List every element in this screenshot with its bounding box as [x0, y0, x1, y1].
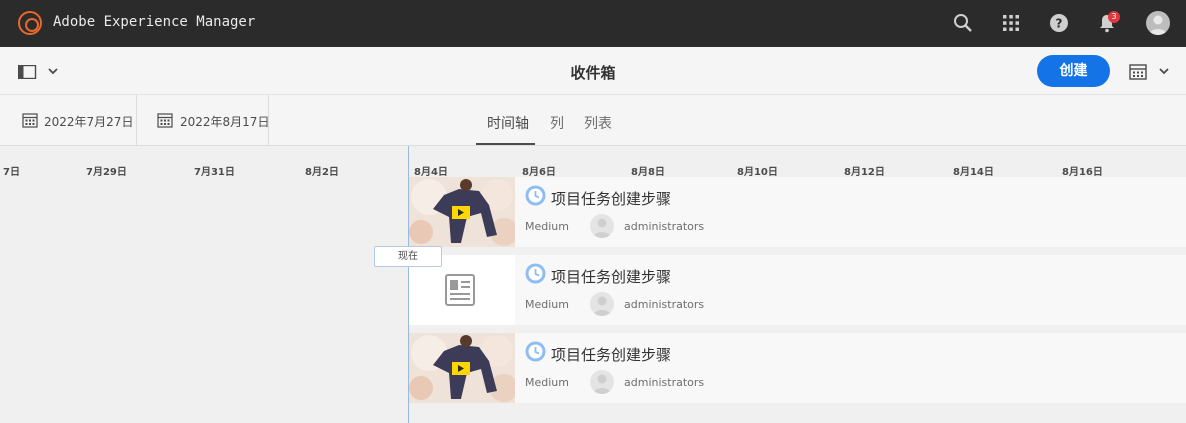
- user-avatar-icon: [593, 296, 611, 316]
- start-date-picker[interactable]: 2022年7月27日: [0, 95, 137, 146]
- task-priority: Medium: [525, 220, 569, 233]
- task-title[interactable]: 项目任务创建步骤: [551, 344, 671, 365]
- shell-header: Adobe Experience Manager ? 3: [0, 0, 1186, 47]
- video-thumbnail: [409, 177, 515, 247]
- action-bar: 收件箱 创建: [0, 47, 1186, 95]
- task-title[interactable]: 项目任务创建步骤: [551, 266, 671, 287]
- create-button[interactable]: 创建: [1037, 55, 1110, 87]
- end-date-picker[interactable]: 2022年8月17日: [137, 95, 269, 146]
- video-thumbnail: [409, 333, 515, 403]
- task-assignee: administrators: [624, 298, 705, 311]
- calendar-icon: [22, 113, 38, 128]
- end-date-value: 2022年8月17日: [180, 115, 270, 129]
- timeline-tick: 7日: [3, 167, 20, 178]
- video-thumbnail-image: [409, 333, 515, 403]
- task-card[interactable]: 项目任务创建步骤 Medium administrators: [409, 177, 1186, 247]
- tab-timeline[interactable]: 时间轴: [487, 113, 529, 133]
- timeline-tick: 8月2日: [305, 167, 339, 178]
- active-tab-indicator: [476, 143, 535, 145]
- timeline-tick: 8月10日: [737, 167, 778, 178]
- clock-icon: [525, 263, 546, 284]
- task-assignee: administrators: [624, 220, 705, 233]
- aem-logo-icon[interactable]: [18, 11, 42, 35]
- tab-columns[interactable]: 列: [550, 113, 564, 133]
- view-switcher-button[interactable]: [1129, 63, 1173, 85]
- page-title: 收件箱: [570, 64, 616, 82]
- video-thumbnail-image: [409, 177, 515, 247]
- clock-icon: [525, 185, 546, 206]
- solutions-grid-icon[interactable]: [1000, 12, 1022, 34]
- task-priority: Medium: [525, 376, 569, 389]
- timeline-tick: 8月16日: [1062, 167, 1103, 178]
- task-priority: Medium: [525, 298, 569, 311]
- svg-text:?: ?: [1056, 17, 1063, 31]
- assignee-avatar: [590, 370, 614, 394]
- notification-badge: 3: [1108, 11, 1120, 23]
- task-assignee: administrators: [624, 376, 705, 389]
- user-avatar[interactable]: [1146, 11, 1170, 35]
- timeline-tick: 7月29日: [86, 167, 127, 178]
- user-avatar-icon: [593, 218, 611, 238]
- help-icon[interactable]: ?: [1048, 12, 1070, 34]
- app-title[interactable]: Adobe Experience Manager: [53, 14, 255, 30]
- user-avatar-icon: [1149, 15, 1167, 35]
- calendar-view-icon: [1129, 64, 1169, 80]
- now-marker-label: 现在: [374, 246, 442, 267]
- timeline-view: 7日 7月29日 7月31日 8月2日 8月4日 8月6日 8月8日 8月10日…: [0, 146, 1186, 423]
- timeline-scale: 7日 7月29日 7月31日 8月2日 8月4日 8月6日 8月8日 8月10日…: [0, 146, 1186, 178]
- date-filter-bar: 2022年7月27日 2022年8月17日 时间轴 列 列表: [0, 95, 1186, 146]
- assignee-avatar: [590, 292, 614, 316]
- search-icon[interactable]: [952, 12, 974, 34]
- assignee-avatar: [590, 214, 614, 238]
- timeline-tick: 8月8日: [631, 167, 665, 178]
- timeline-tick: 8月12日: [844, 167, 885, 178]
- user-avatar-icon: [593, 374, 611, 394]
- start-date-value: 2022年7月27日: [44, 115, 134, 129]
- clock-icon: [525, 341, 546, 362]
- task-card[interactable]: 项目任务创建步骤 Medium administrators: [409, 333, 1186, 403]
- timeline-tick: 7月31日: [194, 167, 235, 178]
- timeline-tick: 8月6日: [522, 167, 556, 178]
- task-title[interactable]: 项目任务创建步骤: [551, 188, 671, 209]
- tab-list[interactable]: 列表: [584, 113, 612, 133]
- timeline-tick: 8月14日: [953, 167, 994, 178]
- timeline-tick: 8月4日: [414, 167, 448, 178]
- document-icon: [445, 274, 475, 306]
- calendar-icon: [157, 113, 173, 128]
- task-card[interactable]: 项目任务创建步骤 Medium administrators: [409, 255, 1186, 325]
